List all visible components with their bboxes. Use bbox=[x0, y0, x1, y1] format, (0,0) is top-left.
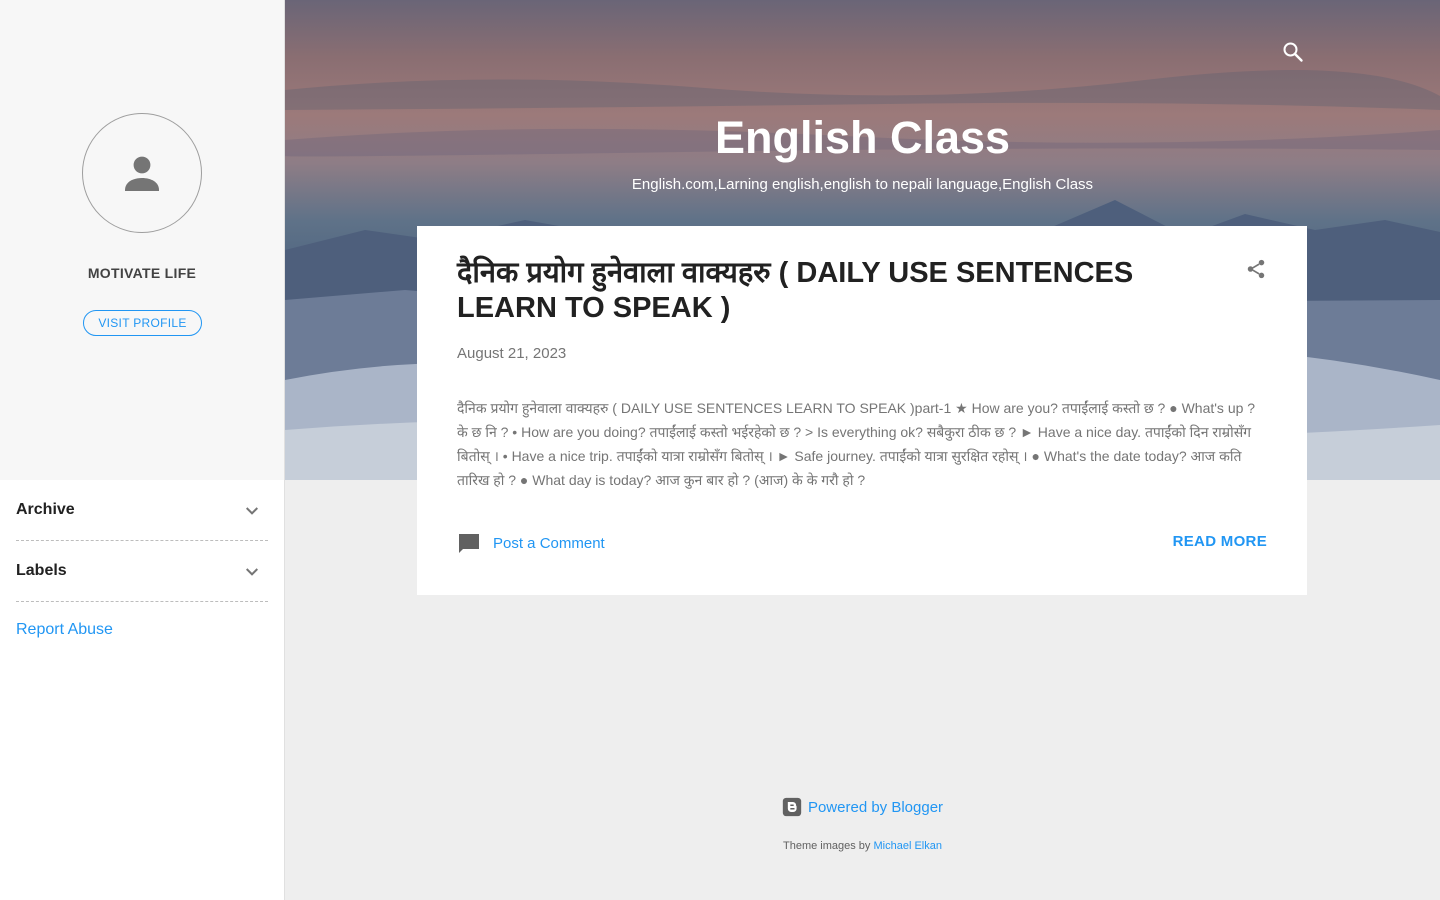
person-icon bbox=[125, 156, 159, 191]
visit-profile-button[interactable]: VISIT PROFILE bbox=[83, 310, 202, 336]
labels-widget[interactable]: Labels bbox=[16, 541, 268, 602]
chevron-down-icon[interactable] bbox=[240, 559, 264, 583]
profile-name[interactable]: MOTIVATE LIFE bbox=[0, 265, 284, 281]
theme-author-link[interactable]: Michael Elkan bbox=[874, 840, 942, 852]
share-icon[interactable] bbox=[1245, 258, 1267, 280]
comment-icon bbox=[459, 534, 479, 553]
archive-widget[interactable]: Archive bbox=[16, 480, 268, 541]
profile-area: MOTIVATE LIFE VISIT PROFILE bbox=[0, 0, 284, 480]
blogger-icon bbox=[782, 797, 802, 817]
blog-title[interactable]: English Class bbox=[285, 112, 1440, 164]
chevron-down-icon[interactable] bbox=[240, 498, 264, 522]
archive-title: Archive bbox=[16, 501, 75, 518]
powered-by-label: Powered by Blogger bbox=[807, 798, 944, 816]
post-snippet: दैनिक प्रयोग हुनेवाला वाक्यहरु ( DAILY U… bbox=[457, 400, 1256, 488]
theme-credit-prefix: Theme images by bbox=[783, 840, 871, 852]
sidebar: MOTIVATE LIFE VISIT PROFILE Archive Labe… bbox=[0, 0, 285, 900]
powered-by-blogger[interactable]: Powered by Blogger bbox=[285, 797, 1440, 817]
report-abuse-link[interactable]: Report Abuse bbox=[16, 621, 113, 639]
search-icon[interactable] bbox=[1281, 40, 1305, 64]
avatar[interactable] bbox=[82, 113, 202, 233]
theme-credit: Theme images by Michael Elkan bbox=[285, 840, 1440, 852]
labels-title: Labels bbox=[16, 562, 67, 579]
post-date[interactable]: August 21, 2023 bbox=[457, 345, 566, 362]
read-more-link[interactable]: READ MORE bbox=[1173, 533, 1267, 550]
comment-link-label: Post a Comment bbox=[493, 534, 605, 552]
post-comment-link[interactable]: Post a Comment bbox=[457, 531, 605, 555]
blog-description: English.com,Larning english,english to n… bbox=[631, 176, 1094, 193]
post-card: दैनिक प्रयोग हुनेवाला वाक्यहरु ( DAILY U… bbox=[417, 226, 1307, 595]
post-title[interactable]: दैनिक प्रयोग हुनेवाला वाक्यहरु ( DAILY U… bbox=[457, 256, 1217, 326]
